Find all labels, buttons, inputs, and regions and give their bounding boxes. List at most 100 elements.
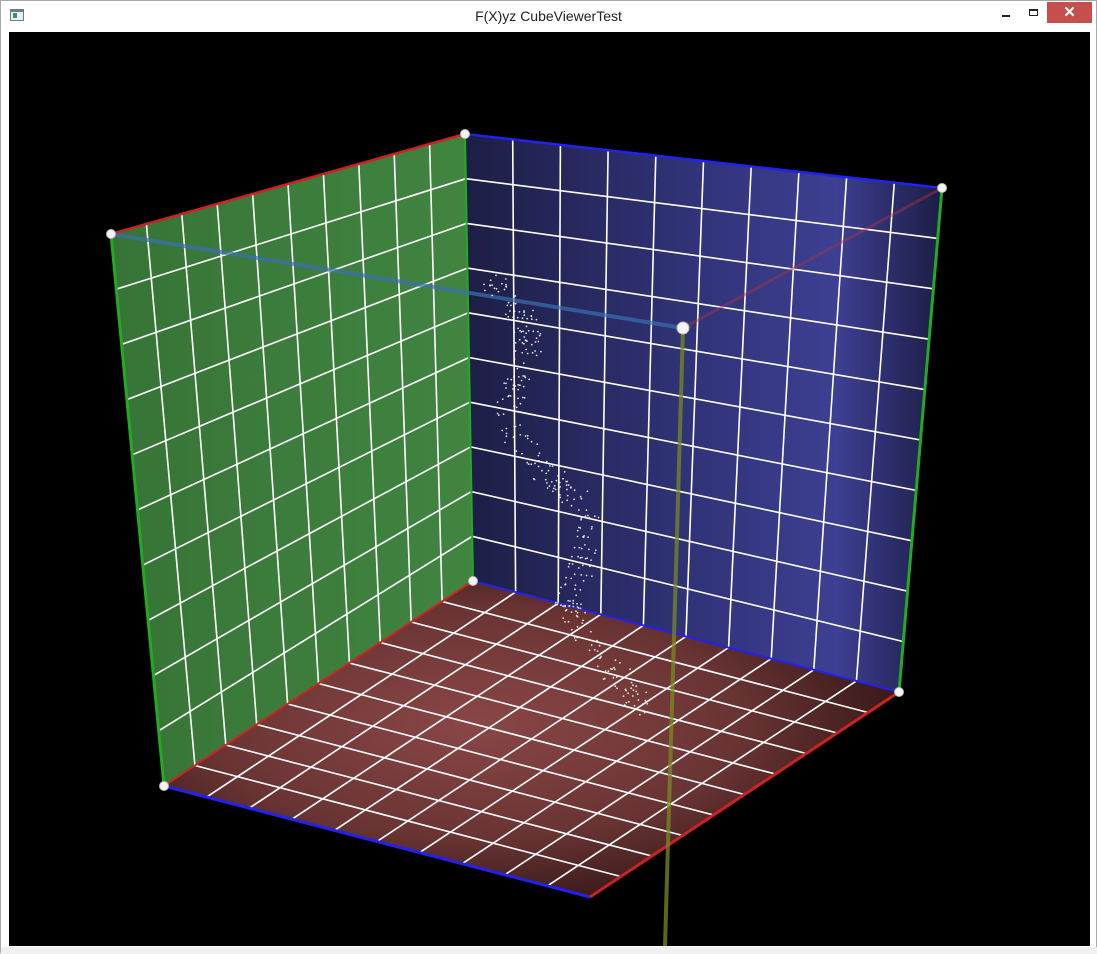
data-point [643,711,646,714]
data-point [577,555,579,558]
data-point [509,395,512,397]
data-point [571,563,574,565]
cube-viewer-canvas[interactable] [9,32,1090,946]
data-point [559,486,561,488]
data-point [644,699,647,702]
data-point [573,573,576,576]
data-point [584,611,586,614]
data-point [525,332,527,335]
data-point [566,494,569,497]
data-point [522,362,525,365]
data-point [588,649,591,652]
data-point [572,602,574,605]
data-point [584,515,587,517]
data-point [582,579,585,582]
data-point [513,310,516,313]
data-point [560,604,562,607]
data-point [503,288,506,291]
data-point [516,367,519,370]
data-point [519,434,522,436]
data-point [564,621,566,623]
data-point [489,279,492,282]
data-point [505,382,507,385]
data-point [551,490,554,493]
data-point [627,692,629,695]
data-point [625,701,628,704]
data-point [573,498,575,501]
data-point [536,443,539,445]
data-point [509,310,511,312]
data-point [572,605,575,608]
data-point [522,330,525,333]
data-point [566,499,569,502]
data-point [540,350,542,353]
data-point [513,331,516,334]
data-point [507,394,510,397]
data-point [527,329,530,332]
data-point [530,343,533,346]
data-point [549,465,551,467]
data-point [575,614,578,617]
data-point [514,295,517,297]
data-point [556,603,558,606]
data-point [569,600,571,602]
data-point [504,313,507,316]
data-point [570,611,573,613]
data-point [577,567,580,569]
data-point [519,402,522,405]
data-point [582,619,584,622]
data-point [554,488,557,491]
data-point [573,637,576,639]
data-point [526,437,529,440]
data-point [517,388,520,391]
data-point [527,463,530,465]
data-point [516,316,519,319]
data-point [622,695,625,697]
data-point [564,604,566,607]
data-point [537,454,540,457]
data-point [571,555,573,558]
data-point [491,294,494,297]
data-point [501,429,504,432]
data-point [535,337,538,340]
data-point [521,351,524,354]
data-point [574,584,577,586]
data-point [535,354,538,357]
data-point [562,617,565,619]
data-point [565,484,568,486]
maximize-button[interactable] [1020,2,1046,23]
close-button[interactable]: ✕ [1047,2,1092,23]
data-point [576,529,579,532]
data-point [523,336,526,338]
data-point [558,592,561,595]
data-point [580,603,582,606]
data-point [570,577,573,580]
cube-vertex-marker [468,576,478,586]
data-point [579,495,582,498]
cube-scene[interactable] [9,32,1090,946]
data-point [538,460,540,462]
data-point [507,301,510,304]
title-bar[interactable]: F(X)yz CubeViewerTest ✕ [1,1,1096,31]
data-point [588,516,591,519]
data-point [594,515,596,518]
data-point [526,352,529,355]
data-point [571,634,573,637]
data-point [521,452,523,455]
data-point [586,490,589,493]
data-point [559,496,562,499]
data-point [557,475,559,477]
data-point [514,350,517,352]
data-point [567,599,570,602]
data-point [523,311,525,314]
data-point [596,639,598,642]
data-point [614,685,617,688]
cube-vertex-marker [460,129,470,139]
minimize-button[interactable] [993,2,1019,23]
data-point [564,583,566,586]
data-point [642,703,644,705]
data-point [495,287,498,290]
data-point [519,424,521,426]
data-point [574,639,577,642]
data-point [594,552,596,554]
